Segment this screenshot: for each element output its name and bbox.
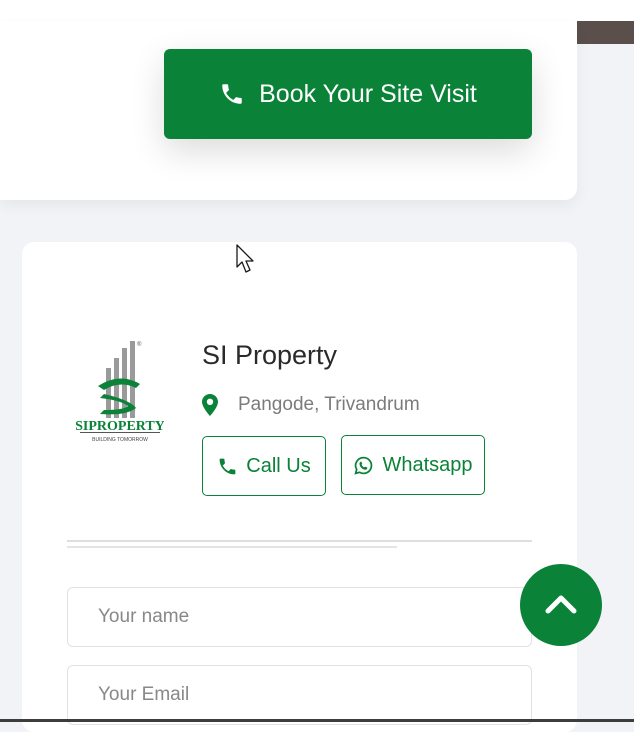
whatsapp-label: Whatsapp xyxy=(382,453,473,476)
phone-icon xyxy=(219,458,236,474)
name-input[interactable] xyxy=(67,587,532,647)
whatsapp-icon xyxy=(354,456,373,475)
chevron-up-icon xyxy=(545,595,577,614)
email-input[interactable] xyxy=(67,665,532,725)
call-us-button[interactable]: Call Us xyxy=(202,436,326,496)
phone-icon xyxy=(222,84,242,104)
si-property-logo: ® SIPROPERTY BUILDING TOMORROW xyxy=(76,341,164,443)
svg-text:®: ® xyxy=(137,341,142,348)
scroll-to-top-button[interactable] xyxy=(520,564,602,646)
agent-name: SI Property xyxy=(202,340,338,370)
top-header-strip xyxy=(0,0,634,22)
whatsapp-button[interactable]: Whatsapp xyxy=(341,435,485,495)
book-site-visit-button[interactable]: Book Your Site Visit xyxy=(164,49,532,139)
mouse-cursor-icon xyxy=(236,244,254,273)
svg-text:BUILDING TOMORROW: BUILDING TOMORROW xyxy=(92,437,148,443)
section-divider-secondary xyxy=(67,546,397,548)
agent-location: Pangode, Trivandrum xyxy=(202,394,420,416)
map-marker-icon xyxy=(202,394,218,416)
header-corner-block xyxy=(577,21,634,44)
agent-location-text: Pangode, Trivandrum xyxy=(238,394,420,415)
section-divider xyxy=(67,540,532,542)
svg-text:SIPROPERTY: SIPROPERTY xyxy=(76,419,164,434)
call-us-label: Call Us xyxy=(246,454,311,477)
book-site-visit-label: Book Your Site Visit xyxy=(259,79,477,108)
